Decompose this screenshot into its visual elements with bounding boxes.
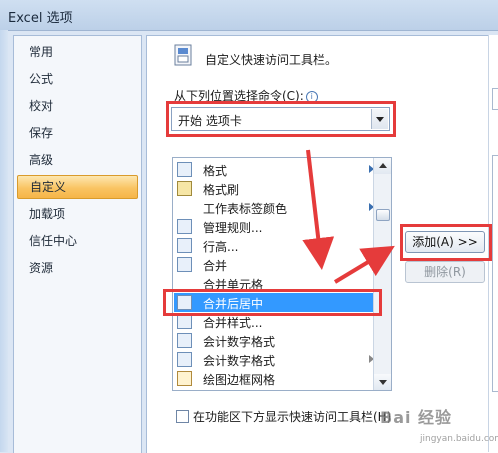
merge-cells-icon [177,276,192,291]
chevron-down-icon[interactable] [371,109,388,129]
watermark-url: jingyan.baidu.com [420,434,498,444]
list-item[interactable]: 合并 [174,255,375,274]
manage-rules-icon [177,219,192,234]
row-height-icon [177,238,192,253]
accounting-format-icon [177,352,192,367]
merge-center-icon [177,295,192,310]
watermark: Bai 经验 [380,408,453,427]
list-item[interactable]: 行高... [174,236,375,255]
scroll-up-arrow-icon[interactable] [374,158,391,174]
accounting-format-icon [177,333,192,348]
sidebar: 常用 公式 校对 保存 高级 自定义 加载项 信任中心 资源 [13,35,142,453]
section-heading: 自定义快速访问工具栏。 [205,53,338,67]
sidebar-item-trust-center[interactable]: 信任中心 [17,229,138,253]
remove-button[interactable]: 删除(R) [405,261,485,283]
show-below-ribbon-label: 在功能区下方显示快速访问工具栏(H) [193,410,392,424]
scroll-down-arrow-icon[interactable] [374,374,391,390]
sidebar-item-proofing[interactable]: 校对 [17,94,138,118]
commands-list[interactable]: 格式 格式刷 工作表标签颜色 管理规则... 行高... 合并 合并单元格 合并… [172,157,392,391]
dropdown-value: 开始 选项卡 [178,114,242,128]
sidebar-item-formulas[interactable]: 公式 [17,67,138,91]
sidebar-item-addins[interactable]: 加载项 [17,202,138,226]
list-item[interactable]: 合并单元格 [174,274,375,293]
tab-color-icon [177,200,192,215]
choose-commands-label: 从下列位置选择命令(C): i [174,87,318,104]
scroll-thumb[interactable] [376,209,390,221]
add-button[interactable]: 添加(A) >> [405,231,485,253]
sidebar-item-common[interactable]: 常用 [17,40,138,64]
sidebar-item-customize[interactable]: 自定义 [17,175,138,199]
draw-border-grid-icon [177,371,192,386]
list-item[interactable]: 管理规则... [174,217,375,236]
window-edge [0,30,8,452]
list-item[interactable]: 合并样式... [174,312,375,331]
title-bar: Excel 选项 [0,0,498,31]
list-scrollbar[interactable] [373,158,391,390]
list-item[interactable]: 会计数字格式 [174,350,375,369]
right-list-frame [492,155,498,392]
window-title: Excel 选项 [8,11,73,26]
right-list-frame [492,88,498,110]
sidebar-item-advanced[interactable]: 高级 [17,148,138,172]
list-item[interactable]: 会计数字格式 [174,331,375,350]
customize-toolbar-icon [174,44,192,66]
list-item[interactable]: 工作表标签颜色 [174,198,375,217]
list-item[interactable]: 格式刷 [174,179,375,198]
sidebar-item-resources[interactable]: 资源 [17,256,138,280]
list-item-selected[interactable]: 合并后居中 [174,293,375,312]
format-painter-icon [177,181,192,196]
merge-icon [177,257,192,272]
list-item[interactable]: 格式 [174,160,375,179]
list-item[interactable]: 绘图边框网格 [174,369,375,388]
sidebar-item-save[interactable]: 保存 [17,121,138,145]
info-icon: i [305,91,318,103]
format-icon [177,162,192,177]
show-below-ribbon-checkbox[interactable] [176,410,189,423]
merge-styles-icon [177,314,192,329]
commands-source-dropdown[interactable]: 开始 选项卡 [171,107,390,131]
